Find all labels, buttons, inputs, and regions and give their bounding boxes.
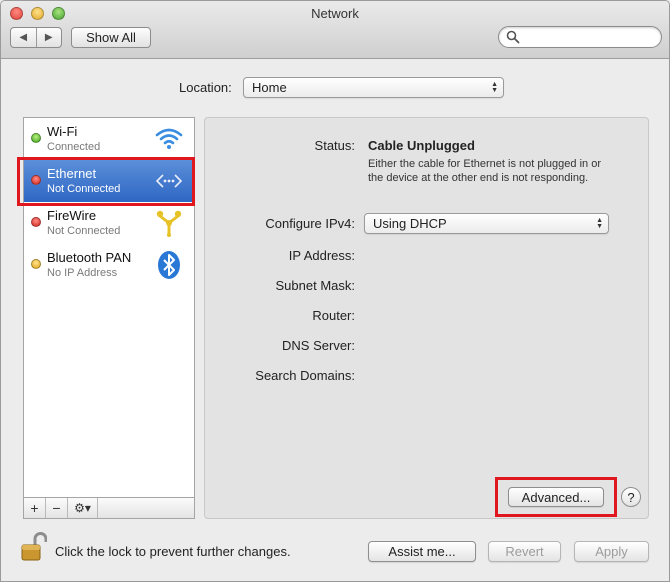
ip-address-label: IP Address: <box>288 248 355 263</box>
location-label: Location: <box>179 80 232 95</box>
service-item-ethernet[interactable]: Ethernet Not Connected <box>24 160 194 202</box>
lock-message: Click the lock to prevent further change… <box>55 544 291 559</box>
status-dot-red <box>31 217 41 227</box>
revert-button[interactable]: Revert <box>488 541 561 562</box>
bluetooth-icon <box>158 251 180 279</box>
service-name: Wi-Fi <box>47 124 78 139</box>
service-list-toolbar: + − ⚙▾ <box>23 497 195 519</box>
gear-action-menu-button[interactable]: ⚙▾ <box>68 498 98 518</box>
status-value: Cable Unplugged <box>368 138 475 153</box>
status-label: Status: <box>314 138 355 153</box>
dns-server-label: DNS Server: <box>282 338 355 353</box>
service-item-firewire[interactable]: FireWire Not Connected <box>24 202 194 244</box>
search-domains-label: Search Domains: <box>255 368 355 383</box>
search-field[interactable] <box>498 26 662 48</box>
popup-arrows-icon: ▲ ▼ <box>491 80 498 94</box>
service-item-bluetooth-pan[interactable]: Bluetooth PAN No IP Address <box>24 244 194 286</box>
firewire-icon <box>156 210 182 237</box>
status-dot-yellow <box>31 259 41 269</box>
popup-arrows-icon: ▲ ▼ <box>596 216 603 230</box>
lock-icon[interactable] <box>21 531 47 563</box>
search-icon <box>506 30 520 44</box>
configure-ipv4-popup[interactable]: Using DHCP ▲ ▼ <box>364 213 609 234</box>
window-title: Network <box>311 6 359 21</box>
service-name: Bluetooth PAN <box>47 250 132 265</box>
location-popup[interactable]: Home ▲ ▼ <box>243 77 504 98</box>
remove-service-button[interactable]: − <box>46 498 68 518</box>
status-dot-green <box>31 133 41 143</box>
subnet-mask-label: Subnet Mask: <box>275 278 356 293</box>
service-item-wifi[interactable]: Wi-Fi Connected <box>24 118 194 160</box>
ethernet-icon <box>155 174 183 188</box>
service-status: Connected <box>47 141 101 153</box>
help-button[interactable]: ? <box>621 487 641 507</box>
network-preferences-window: Network ◀ ▶ Show All Location: Home ▲ ▼ W… <box>0 0 670 582</box>
configure-ipv4-value: Using DHCP <box>373 216 447 231</box>
service-list: Wi-Fi Connected Ethernet Not Connected F… <box>23 117 195 519</box>
back-forward-control: ◀ ▶ <box>10 27 62 48</box>
service-name: FireWire <box>47 208 97 223</box>
service-status: Not Connected <box>47 183 121 195</box>
service-status: No IP Address <box>47 267 118 279</box>
assist-me-button[interactable]: Assist me... <box>368 541 476 562</box>
status-description: Either the cable for Ethernet is not plu… <box>368 158 601 184</box>
service-status: Not Connected <box>47 225 121 237</box>
router-label: Router: <box>312 308 355 323</box>
search-input[interactable] <box>523 29 655 45</box>
status-dot-red <box>31 175 41 185</box>
show-all-button[interactable]: Show All <box>71 27 151 48</box>
add-service-button[interactable]: + <box>24 498 46 518</box>
titlebar: Network ◀ ▶ Show All <box>1 1 669 59</box>
advanced-button[interactable]: Advanced... <box>508 487 604 507</box>
forward-button[interactable]: ▶ <box>35 28 62 47</box>
apply-button[interactable]: Apply <box>574 541 649 562</box>
configure-ipv4-label: Configure IPv4: <box>265 216 355 231</box>
back-button[interactable]: ◀ <box>11 28 36 47</box>
service-name: Ethernet <box>47 166 97 181</box>
location-value: Home <box>252 80 287 95</box>
wifi-icon <box>155 128 183 149</box>
